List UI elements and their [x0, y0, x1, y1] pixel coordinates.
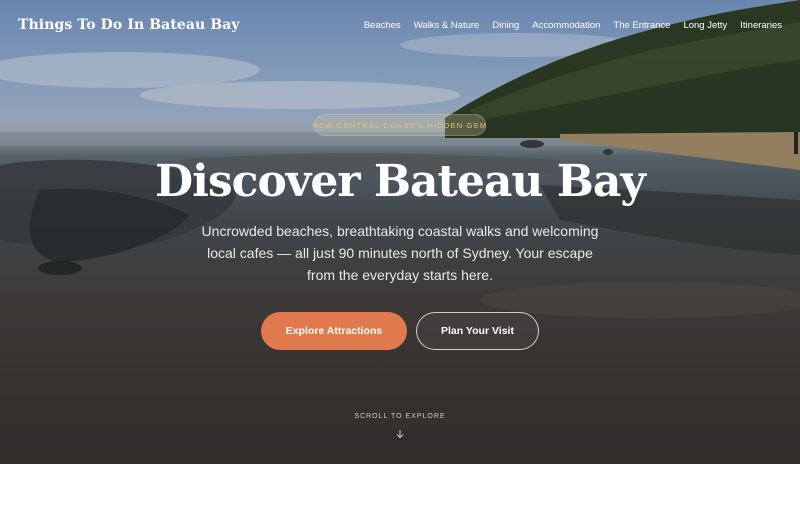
hero-section: Things To Do In Bateau Bay Beaches Walks… — [0, 0, 800, 464]
explore-attractions-button[interactable]: Explore Attractions — [261, 312, 407, 350]
arrow-down-icon[interactable] — [394, 428, 406, 440]
hero-subtitle: Uncrowded beaches, breathtaking coastal … — [201, 223, 599, 283]
nav-link-itineraries[interactable]: Itineraries — [740, 20, 782, 31]
nav-link-the-entrance[interactable]: The Entrance — [613, 20, 670, 31]
top-navigation: Things To Do In Bateau Bay Beaches Walks… — [0, 0, 800, 50]
nav-link-dining[interactable]: Dining — [492, 20, 519, 31]
site-logo[interactable]: Things To Do In Bateau Bay — [18, 17, 240, 33]
nav-link-beaches[interactable]: Beaches — [364, 20, 401, 31]
nav-menu: Beaches Walks & Nature Dining Accommodat… — [364, 20, 782, 31]
nav-link-long-jetty[interactable]: Long Jetty — [683, 20, 727, 31]
hero-badge: NSW Central Coast's Hidden Gem — [313, 114, 486, 136]
hero-title: Discover Bateau Bay — [155, 156, 646, 207]
nav-link-walks-nature[interactable]: Walks & Nature — [414, 20, 480, 31]
nav-link-accommodation[interactable]: Accommodation — [532, 20, 600, 31]
plan-your-visit-button[interactable]: Plan Your Visit — [416, 312, 539, 350]
scroll-hint[interactable]: SCROLL TO EXPLORE — [0, 413, 800, 420]
